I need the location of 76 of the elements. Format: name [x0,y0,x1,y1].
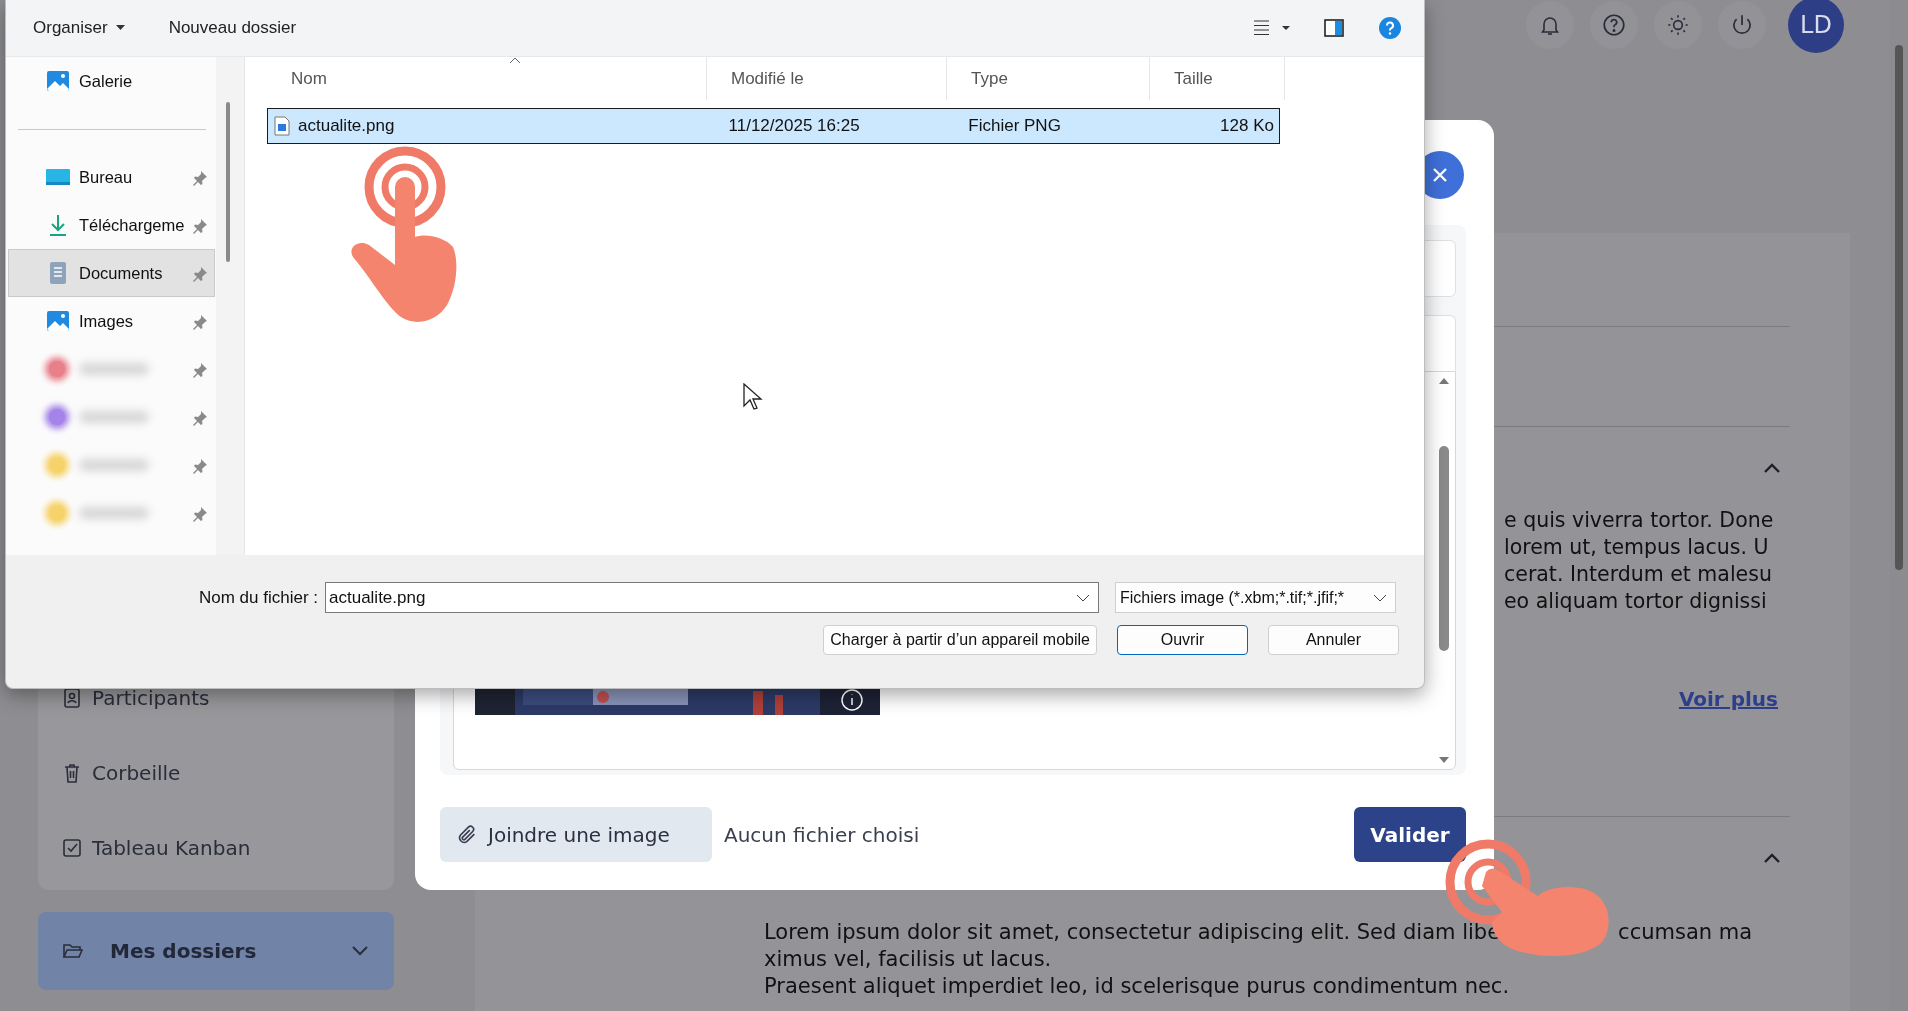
pin-icon[interactable] [192,266,208,282]
file-status-text: Aucun fichier choisi [724,822,921,847]
pin-icon[interactable] [192,362,208,378]
help-icon[interactable] [1378,16,1402,40]
sun-icon[interactable] [1654,1,1702,49]
sort-caret-icon [509,57,521,64]
chevron-icon[interactable] [1762,462,1782,474]
blurred-label [79,363,149,375]
scroll-up-icon[interactable] [1438,376,1450,386]
filename-label: Nom du fichier : [197,587,318,608]
folders-menu[interactable]: Mes dossiers [38,912,394,990]
nav-item[interactable]: Documents [8,249,215,297]
chevron-icon[interactable] [1762,852,1782,864]
pin-icon[interactable] [192,314,208,330]
blurred-label [79,507,149,519]
preview-pane-icon[interactable] [1324,19,1344,37]
chevron-down-icon[interactable] [1076,594,1090,602]
dialog-button[interactable]: Annuler [1268,625,1399,655]
user-avatar[interactable]: LD [1788,0,1844,53]
attach-image-button[interactable]: Joindre une image [440,807,712,862]
submit-button[interactable]: Valider [1354,807,1466,862]
column-header[interactable]: Nom [267,57,707,100]
pin-icon[interactable] [192,218,208,234]
sidebar-item[interactable]: Corbeille [38,735,394,810]
folder-icon [62,942,84,960]
dialog-button[interactable]: Ouvrir [1117,625,1248,655]
file-row[interactable]: actualite.png 11/12/2025 16:25 Fichier PNG 128 Ko [267,108,1280,144]
table-cell-text: Fichier PNG [967,115,1062,137]
column-header[interactable]: Type [947,57,1150,100]
nav-item[interactable]: Bureau [8,153,215,201]
blurred-label [79,411,149,423]
pin-icon[interactable] [192,170,208,186]
chevron-down-icon [1373,593,1387,602]
checkbox-icon [62,836,82,859]
bell-icon[interactable] [1526,1,1574,49]
dialog-button[interactable]: Charger à partir d’un appareil mobile [823,625,1097,655]
paragraph-line: ximus vel, facilisis ut lacus. [764,946,1053,973]
paragraph-line: lorem ut, tempus lacus. U [1504,534,1770,561]
new-folder-button[interactable]: Nouveau dossier [162,14,303,42]
scroll-down-icon[interactable] [1438,755,1450,765]
paragraph-line: Praesent aliquet imperdiet leo, id scelerisque purus condimentum nec. [764,973,1511,1000]
sidebar-item[interactable]: Participants [38,660,394,735]
organize-menu[interactable]: Organiser [27,14,131,42]
paragraph-line: e quis viverra tortor. Done [1504,507,1775,534]
nav-item[interactable]: Téléchargeme [8,201,215,249]
nav-item[interactable]: Images [8,297,215,345]
scrollbar-thumb[interactable] [1439,446,1449,651]
paragraph-line: cerat. Interdum et malesu [1504,561,1773,588]
sidebar-item[interactable]: Tableau Kanban [38,810,394,885]
caret-icon [115,25,125,31]
column-header[interactable]: Taille [1150,57,1285,100]
filename-field[interactable]: actualite.png [325,582,1099,613]
info-icon[interactable] [840,688,864,712]
pin-icon[interactable] [192,410,208,426]
mouse-cursor-icon [743,383,763,411]
list-view-icon[interactable] [1254,20,1290,36]
power-icon[interactable] [1718,1,1766,49]
contact-card-icon [62,686,82,709]
table-cell-text: 128 Ko [1219,115,1275,137]
picture-icon [45,308,71,334]
column-header[interactable]: Modifié le [707,57,947,100]
table-cell-text: 11/12/2025 16:25 [727,115,861,137]
trash-icon [62,761,82,784]
table-cell: actualite.png [298,116,395,136]
image-file-icon [274,116,290,136]
gallery-icon [45,68,71,94]
pin-icon[interactable] [192,506,208,522]
file-type-dropdown[interactable]: Fichiers image (*.xbm;*.tif;*.jfif;* [1115,582,1396,613]
paperclip-icon [456,823,478,846]
paragraph-line: ccumsan ma [1618,919,1753,946]
pin-icon[interactable] [192,458,208,474]
paragraph-line: eo aliquam tortor dignissi [1504,588,1768,615]
nav-item[interactable]: Galerie [8,57,215,105]
scrollbar[interactable] [216,57,245,555]
blurred-label [79,459,149,471]
help-icon[interactable] [1590,1,1638,49]
